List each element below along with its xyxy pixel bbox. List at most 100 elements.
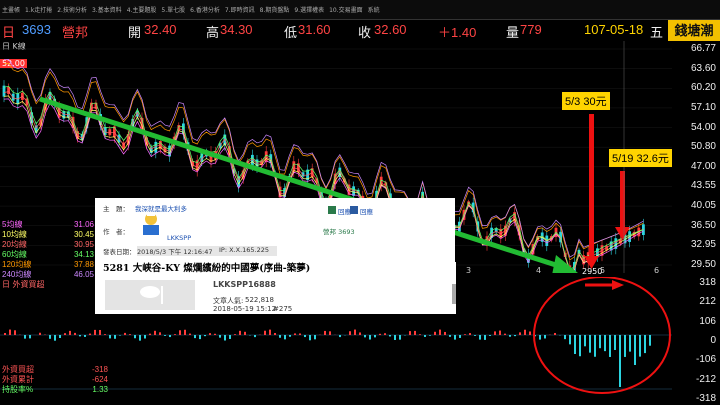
ma-value: 30.45 (73, 230, 94, 239)
flow-bar (394, 335, 396, 340)
reply-link-2[interactable]: 回應 (360, 206, 373, 216)
flow-bar (439, 329, 441, 335)
flow-bar (649, 335, 651, 346)
flow-bar (479, 335, 481, 340)
close-value: 32.60 (374, 22, 407, 37)
flow-bar (274, 333, 276, 335)
reply-icon[interactable] (328, 206, 336, 214)
forum-board[interactable]: 營邦 3693 (323, 226, 355, 236)
flow-bar (314, 335, 316, 340)
axis-tick: 43.55 (690, 180, 716, 192)
ma-row: 120均線 37.88 (0, 260, 96, 270)
flow-bar (174, 334, 176, 335)
flow-bar (74, 332, 76, 335)
flow-bar (519, 332, 521, 335)
flow-stat-label: 外資累計 (2, 375, 34, 384)
flow-bar (299, 333, 301, 335)
menu-item-1[interactable]: 1.k走打捲 (25, 5, 52, 14)
arrow-may3-shaft (589, 114, 594, 258)
flow-bar (594, 335, 596, 357)
menu-item-5[interactable]: 5.單七股 (161, 5, 185, 14)
flow-bar (144, 335, 146, 339)
menu-item-7[interactable]: 7.即時資訊 (225, 5, 255, 14)
flow-bar (579, 335, 581, 357)
quote-icon[interactable] (350, 206, 358, 214)
x-tick: 3 (466, 266, 472, 275)
axis-tick: 40.05 (690, 200, 716, 212)
ma-row: 5均線 31.06 (0, 220, 96, 230)
flow-bar (474, 335, 476, 336)
forum-author[interactable]: LKKSPP (167, 234, 191, 242)
axis-tick: 63.60 (690, 62, 716, 74)
low-value: 31.60 (298, 22, 331, 37)
flow-bar (309, 335, 311, 341)
flow-bar (364, 335, 366, 338)
flow-bar (104, 334, 106, 335)
ma-label: 20均線 (2, 240, 27, 249)
ma-label: 5均線 (2, 220, 23, 229)
flow-bar (399, 335, 401, 340)
ma-row: 20均線 30.95 (0, 240, 96, 250)
x-tick: 6 (654, 266, 660, 275)
period-label: 日 (2, 25, 16, 40)
flow-bar (409, 331, 411, 335)
menu-item-8[interactable]: 8.期貨盤點 (260, 5, 290, 14)
flow-bar (149, 333, 151, 335)
menu-item-4[interactable]: 4.主要題股 (127, 5, 157, 14)
flow-bar (234, 334, 236, 335)
label-may3: 5/3 30元 (562, 92, 610, 110)
flow-bar (89, 333, 91, 335)
flow-bar (109, 335, 111, 339)
flow-bar (484, 335, 486, 340)
flow-bar (589, 335, 591, 353)
flow-bar (99, 329, 101, 335)
flow-bar (94, 329, 96, 335)
flow-bar (194, 335, 196, 339)
menu-bar: 主畫帳 1.k走打捲 2.技術分析 3.基本資料 4.主要題股 5.單七股 6.香港分析 7.… (0, 0, 720, 20)
menu-item-9[interactable]: 9.選擇權表 (294, 5, 324, 14)
high-value: 34.30 (220, 22, 253, 37)
open-value: 32.40 (144, 22, 177, 37)
menu-item-10[interactable]: 10.交易畫面 (329, 5, 363, 14)
menu-item-3[interactable]: 3.基本資料 (92, 5, 122, 14)
axis-tick: 54.00 (690, 121, 716, 133)
flow-stat-row: 外資買超 -318 (0, 365, 110, 375)
flow-bar (554, 332, 556, 335)
menu-item-2[interactable]: 2.技術分析 (57, 5, 87, 14)
flow-bar (204, 335, 206, 337)
flow-bar (489, 335, 491, 336)
ma-value: 37.88 (73, 260, 94, 269)
ma-legend: 5均線 31.06 10均線 30.45 20均線 30.95 60均線 34.13 120均線… (0, 220, 96, 280)
flow-bar (139, 335, 141, 341)
flow-bar (569, 335, 571, 345)
forum-card: 主 題： 我深就是最大利多 回應 回應 作 者： LKKSPP 發表日期： 20… (95, 198, 455, 262)
flow-bar (449, 335, 451, 337)
flow-bar (199, 335, 201, 340)
flow-bar (454, 335, 456, 340)
flow-bar (564, 335, 566, 340)
axis-tick: 0 (710, 335, 716, 346)
axis-tick: 60.20 (690, 82, 716, 94)
volume-label: 量 (506, 25, 520, 40)
label-may19: 5/19 32.6元 (609, 149, 672, 167)
flow-bar (384, 333, 386, 335)
flow-bar (9, 329, 11, 335)
flow-bar (469, 333, 471, 335)
flow-bar (79, 335, 81, 337)
menu-item-11[interactable]: 系統 (368, 5, 380, 14)
flow-stat-value: 1.33 (92, 385, 108, 394)
flow-bar (59, 335, 61, 338)
stock-code[interactable]: 3693 (22, 22, 51, 37)
flow-bar (499, 330, 501, 335)
menu-item-0[interactable]: 主畫帳 (2, 5, 20, 14)
flow-bar (419, 334, 421, 335)
news-headline[interactable]: 5281 大峽谷-KY 燦爛繽紛的中國夢(序曲-築夢) (95, 262, 456, 276)
flow-bar (164, 335, 166, 336)
weekday: 五 (650, 25, 664, 40)
menu-item-6[interactable]: 6.香港分析 (190, 5, 220, 14)
price-axis: 66.77 63.60 60.20 57.10 54.00 50.80 47.00 43.55… (672, 41, 720, 273)
axis-tick: 318 (699, 277, 716, 288)
flow-bar (389, 335, 391, 337)
flow-bar (629, 335, 631, 352)
flow-bar (214, 333, 216, 335)
